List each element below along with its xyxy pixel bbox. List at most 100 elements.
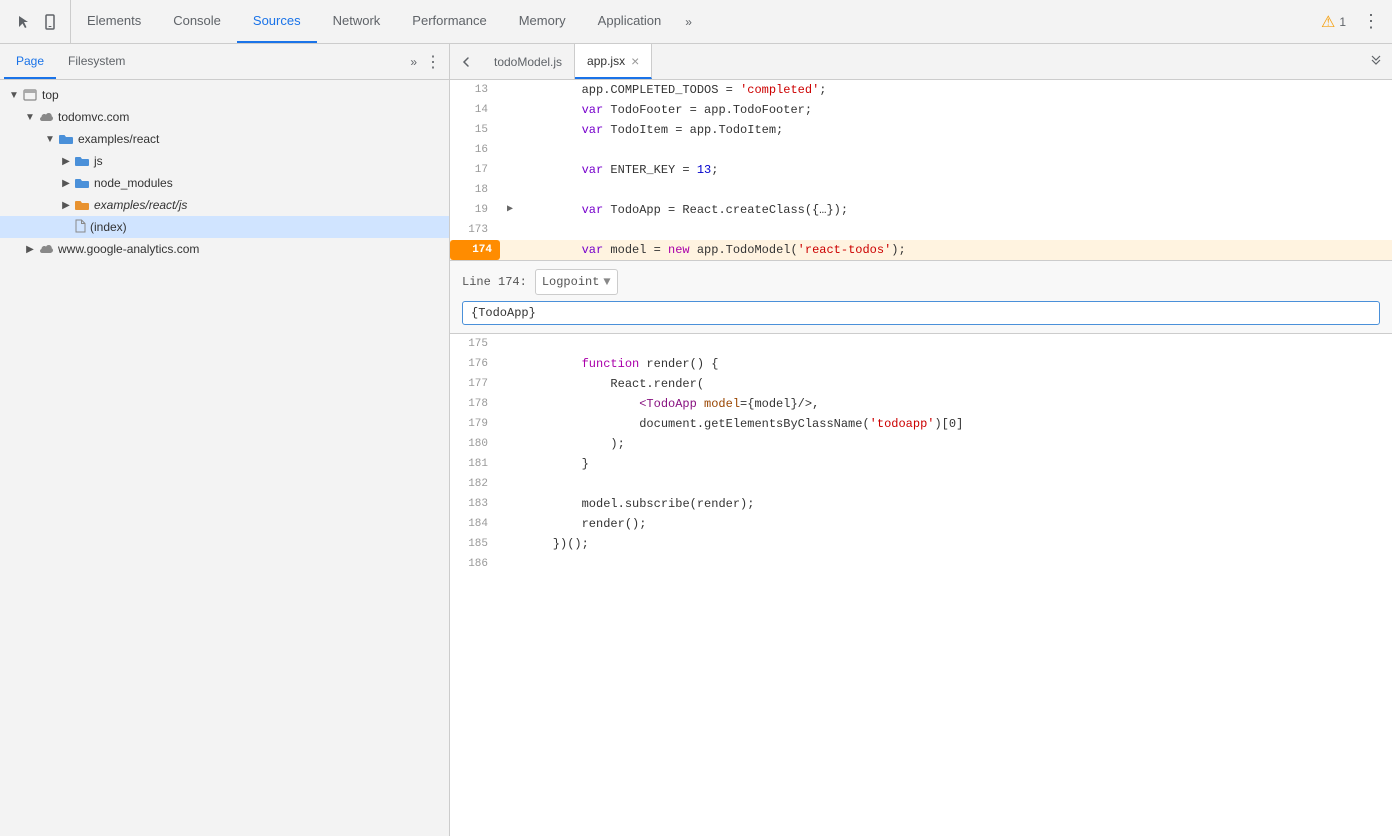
tree-arrow-node-modules (60, 177, 72, 189)
code-line[interactable]: 182 (450, 474, 1392, 494)
line-number: 176 (450, 354, 500, 374)
tab-page[interactable]: Page (4, 44, 56, 79)
code-line[interactable]: 186 (450, 554, 1392, 574)
line-number: 181 (450, 454, 500, 474)
tab-overflow[interactable]: » (677, 0, 700, 43)
warning-badge[interactable]: ⚠ 1 (1313, 12, 1354, 32)
line-number: 174 (450, 240, 500, 260)
tree-item-examples-react[interactable]: examples/react (0, 128, 449, 150)
line-number: 18 (450, 180, 500, 200)
line-content: } (520, 454, 1392, 474)
tree-arrow-top (8, 89, 20, 101)
tree-label-node-modules: node_modules (94, 176, 173, 190)
line-content: var model = new app.TodoModel('react-tod… (520, 240, 1392, 260)
tree-label-examples-react-js: examples/react/js (94, 198, 187, 212)
logpoint-input[interactable] (462, 301, 1380, 325)
tree-label-top: top (42, 88, 59, 102)
editor-tab-appjsx[interactable]: app.jsx × (575, 44, 652, 79)
panel-more-button[interactable]: ⋮ (421, 52, 445, 72)
logpoint-header: Line 174:Logpoint▼ (462, 269, 1380, 295)
folder-blue-icon-2 (74, 153, 90, 169)
tab-bar: Elements Console Sources Network Perform… (71, 0, 1313, 43)
line-number: 175 (450, 334, 500, 354)
line-number: 14 (450, 100, 500, 120)
line-content: document.getElementsByClassName('todoapp… (520, 414, 1392, 434)
code-line[interactable]: 13 app.COMPLETED_TODOS = 'completed'; (450, 80, 1392, 100)
tab-performance[interactable]: Performance (396, 0, 502, 43)
line-number: 17 (450, 160, 500, 180)
line-number: 179 (450, 414, 500, 434)
code-line[interactable]: 17 var ENTER_KEY = 13; (450, 160, 1392, 180)
line-number: 173 (450, 220, 500, 240)
mobile-icon[interactable] (38, 10, 62, 34)
code-line[interactable]: 180 ); (450, 434, 1392, 454)
line-content: app.COMPLETED_TODOS = 'completed'; (520, 80, 1392, 100)
code-line[interactable]: 14 var TodoFooter = app.TodoFooter; (450, 100, 1392, 120)
code-line[interactable]: 15 var TodoItem = app.TodoItem; (450, 120, 1392, 140)
logpoint-type-dropdown[interactable]: Logpoint▼ (535, 269, 618, 295)
line-number: 184 (450, 514, 500, 534)
code-line[interactable]: 19▶ var TodoApp = React.createClass({…})… (450, 200, 1392, 220)
line-number: 15 (450, 120, 500, 140)
back-button[interactable] (450, 44, 482, 79)
cursor-icon[interactable] (12, 10, 36, 34)
line-content: <TodoApp model={model}/>, (520, 394, 1392, 414)
line-number: 19 (450, 200, 500, 220)
tree-item-node-modules[interactable]: node_modules (0, 172, 449, 194)
tree-label-todomvc: todomvc.com (58, 110, 129, 124)
code-line[interactable]: 16 (450, 140, 1392, 160)
line-number: 16 (450, 140, 500, 160)
main-container: Page Filesystem » ⋮ top (0, 44, 1392, 836)
code-line[interactable]: 178 <TodoApp model={model}/>, (450, 394, 1392, 414)
dropdown-arrow: ▼ (603, 272, 610, 292)
tree-arrow-todomvc (24, 111, 36, 123)
code-line[interactable]: 176 function render() { (450, 354, 1392, 374)
code-line[interactable]: 174 var model = new app.TodoModel('react… (450, 240, 1392, 260)
code-line[interactable]: 173 (450, 220, 1392, 240)
tab-filesystem[interactable]: Filesystem (56, 44, 137, 79)
tree-item-examples-react-js[interactable]: examples/react/js (0, 194, 449, 216)
code-line[interactable]: 181 } (450, 454, 1392, 474)
editor-collapse-button[interactable] (1360, 52, 1392, 71)
tab-network[interactable]: Network (317, 0, 397, 43)
more-options-button[interactable]: ⋮ (1354, 11, 1388, 32)
folder-blue-icon-3 (74, 175, 90, 191)
tree-item-top[interactable]: top (0, 84, 449, 106)
editor-tab-todomodel[interactable]: todoModel.js (482, 44, 575, 79)
line-number: 182 (450, 474, 500, 494)
line-number: 177 (450, 374, 500, 394)
tree-arrow-examples-react (44, 133, 56, 145)
tab-application[interactable]: Application (582, 0, 678, 43)
file-icon (74, 219, 86, 236)
tree-item-google-analytics[interactable]: www.google-analytics.com (0, 238, 449, 260)
line-content: React.render( (520, 374, 1392, 394)
tab-console[interactable]: Console (157, 0, 237, 43)
code-editor[interactable]: 13 app.COMPLETED_TODOS = 'completed';14 … (450, 80, 1392, 836)
tree-label-index: (index) (90, 220, 127, 234)
tree-item-index[interactable]: (index) (0, 216, 449, 238)
panel-tab-overflow[interactable]: » (406, 55, 421, 69)
line-number: 183 (450, 494, 500, 514)
code-line[interactable]: 18 (450, 180, 1392, 200)
code-line[interactable]: 177 React.render( (450, 374, 1392, 394)
code-line[interactable]: 185 })(); (450, 534, 1392, 554)
code-line[interactable]: 184 render(); (450, 514, 1392, 534)
right-panel: todoModel.js app.jsx × 13 app.COMPLETED_… (450, 44, 1392, 836)
folder-blue-icon-1 (58, 131, 74, 147)
tree-label-examples-react: examples/react (78, 132, 159, 146)
tab-memory[interactable]: Memory (503, 0, 582, 43)
line-number: 13 (450, 80, 500, 100)
code-line[interactable]: 175 (450, 334, 1392, 354)
code-line[interactable]: 183 model.subscribe(render); (450, 494, 1392, 514)
line-content: render(); (520, 514, 1392, 534)
tab-elements[interactable]: Elements (71, 0, 157, 43)
tree-item-js[interactable]: js (0, 150, 449, 172)
line-number: 180 (450, 434, 500, 454)
editor-tab-close[interactable]: × (631, 53, 639, 69)
code-line[interactable]: 179 document.getElementsByClassName('tod… (450, 414, 1392, 434)
line-number: 178 (450, 394, 500, 414)
tab-sources[interactable]: Sources (237, 0, 317, 43)
line-content: ); (520, 434, 1392, 454)
tree-item-todomvc[interactable]: todomvc.com (0, 106, 449, 128)
line-content: function render() { (520, 354, 1392, 374)
